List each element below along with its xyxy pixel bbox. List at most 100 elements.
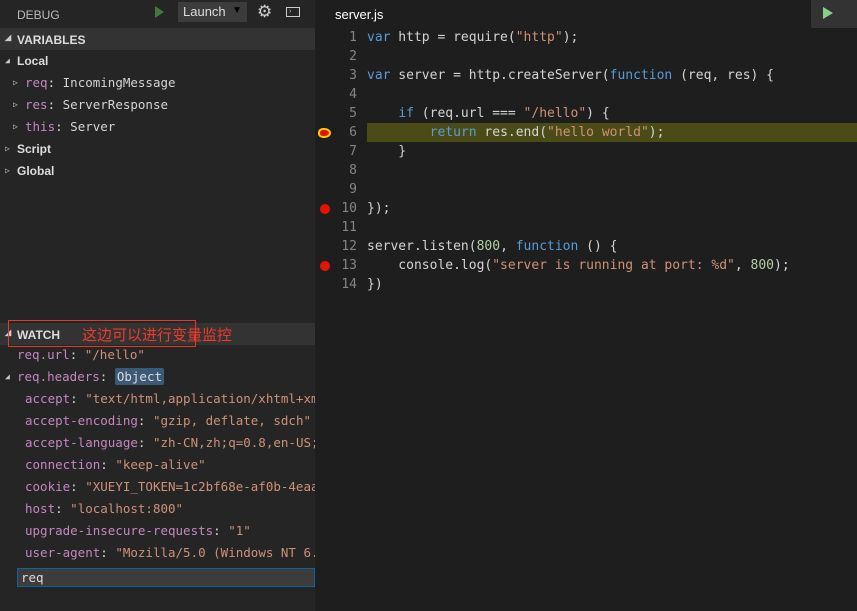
code-token: "http" (515, 30, 563, 45)
code-token: if (398, 106, 414, 121)
code-text: }); (367, 199, 390, 218)
header-name: accept-language (25, 435, 138, 450)
line-number: 8 (349, 163, 357, 178)
code-line[interactable]: 11 (315, 218, 857, 237)
collapsed-icon: ▷ (5, 166, 10, 175)
colon: : (213, 523, 229, 538)
annotation-text: 这边可以进行变量监控 (82, 326, 233, 344)
code-line[interactable]: 3 var server = http.createServer(function… (315, 66, 857, 85)
code-token: }) (367, 277, 383, 292)
line-number: 1 (349, 30, 357, 45)
code-token: , (734, 258, 751, 273)
code-text: } (367, 142, 406, 161)
play-icon[interactable] (155, 6, 164, 18)
code-token: ) { (586, 106, 610, 121)
variable-item[interactable]: ▷ this: Server (0, 116, 315, 138)
expanded-icon: ◢ (5, 372, 10, 381)
watch-header-item[interactable]: host: "localhost:800" (0, 498, 315, 520)
header-value: "keep-alive" (115, 457, 206, 472)
code-token: "server is running at port: %d" (492, 258, 735, 273)
gear-icon[interactable]: ⚙ (257, 2, 272, 22)
line-number: 13 (341, 258, 357, 273)
colon: : (137, 435, 153, 450)
variable-item[interactable]: ▷ res: ServerResponse (0, 94, 315, 116)
collapsed-icon: ▷ (13, 100, 18, 109)
watch-header-item[interactable]: connection: "keep-alive" (0, 454, 315, 476)
variable-name: this (25, 119, 56, 134)
watch-item-url[interactable]: req.url: "/hello" (0, 344, 315, 366)
line-number: 5 (349, 106, 357, 121)
code-token: return (429, 125, 477, 140)
debug-sidebar: DEBUG Launch ▼ ⚙ › ◢ VARIABLES ◢ Local ▷ req… (0, 0, 315, 611)
code-line[interactable]: 1 var http = require("http"); (315, 28, 857, 47)
variables-section-header[interactable]: ◢ VARIABLES (0, 28, 315, 50)
scope-script[interactable]: ▷ Script (0, 138, 315, 160)
code-token: ); (648, 125, 665, 140)
code-token: 800 (750, 258, 775, 273)
colon: : (100, 457, 116, 472)
code-token: res.end( (476, 125, 548, 140)
line-number: 4 (349, 87, 357, 102)
code-token: ); (774, 258, 790, 273)
continue-icon[interactable] (823, 7, 833, 19)
header-name: accept (25, 391, 71, 406)
variable-item[interactable]: ▷ req: IncomingMessage (0, 72, 315, 94)
watch-header-item[interactable]: upgrade-insecure-requests: "1" (0, 520, 315, 542)
code-token: http = require( (390, 30, 516, 45)
header-name: upgrade-insecure-requests (25, 523, 214, 538)
watch-header-item[interactable]: accept-language: "zh-CN,zh;q=0.8,en-US;… (0, 432, 315, 454)
code-token: 800 (476, 239, 501, 254)
watch-key: req.url (17, 347, 70, 362)
header-name: user-agent (25, 545, 101, 560)
code-token: function (515, 239, 579, 254)
header-name: host (25, 501, 56, 516)
watch-header-item[interactable]: cookie: "XUEYI_TOKEN=1c2bf68e-af0b-4eaa… (0, 476, 315, 498)
debug-toolbar (811, 0, 857, 28)
scope-label: Local (17, 54, 49, 68)
code-token: , (500, 239, 516, 254)
tab-server-js[interactable]: server.js (335, 7, 383, 22)
chevron-down-icon: ▼ (232, 5, 242, 16)
code-token: "/hello" (523, 106, 587, 121)
code-text: server.listen(800, function () { (367, 237, 617, 256)
code-token: console.log( (367, 258, 493, 273)
colon: : (137, 413, 153, 428)
line-number: 9 (349, 182, 357, 197)
scope-global[interactable]: ▷ Global (0, 160, 315, 182)
code-line[interactable]: 8 (315, 161, 857, 180)
watch-expression-input[interactable]: req (17, 568, 315, 587)
code-line[interactable]: 6 return res.end("hello world"); (315, 123, 857, 142)
header-value: "text/html,application/xhtml+xm… (85, 391, 315, 406)
code-line[interactable]: 9 (315, 180, 857, 199)
launch-config-label: Launch (183, 4, 226, 19)
launch-config-select[interactable]: Launch ▼ (178, 2, 247, 22)
code-line[interactable]: 14}) (315, 275, 857, 294)
code-line[interactable]: 5 if (req.url === "/hello") { (315, 104, 857, 123)
code-line[interactable]: 7 } (315, 142, 857, 161)
variable-name: res (25, 97, 48, 112)
collapse-icon: ◢ (5, 33, 12, 42)
code-line[interactable]: 12 server.listen(800, function () { (315, 237, 857, 256)
code-line[interactable]: 4 (315, 85, 857, 104)
terminal-icon[interactable]: › (286, 7, 300, 17)
code-line[interactable]: 13 console.log("server is running at por… (315, 256, 857, 275)
variable-value: ServerResponse (62, 97, 168, 112)
code-token: } (367, 144, 407, 159)
code-line[interactable]: 2 (315, 47, 857, 66)
watch-header-item[interactable]: accept: "text/html,application/xhtml+xm… (0, 388, 315, 410)
line-number: 11 (341, 220, 357, 235)
scope-local[interactable]: ◢ Local (0, 50, 315, 72)
colon: : (47, 75, 63, 90)
code-line[interactable]: 10}); (315, 199, 857, 218)
code-text: return res.end("hello world"); (367, 123, 665, 142)
code-token: server.listen( (367, 239, 477, 254)
code-text: console.log("server is running at port: … (367, 256, 790, 275)
watch-header-item[interactable]: user-agent: "Mozilla/5.0 (Windows NT 6.… (0, 542, 315, 564)
code-text: var http = require("http"); (367, 28, 578, 47)
header-value: "localhost:800" (70, 501, 184, 516)
watch-header-item[interactable]: accept-encoding: "gzip, deflate, sdch" (0, 410, 315, 432)
watch-item-headers[interactable]: ◢ req.headers: Object (0, 366, 315, 388)
header-value: "XUEYI_TOKEN=1c2bf68e-af0b-4eaa… (85, 479, 315, 494)
header-value: "1" (228, 523, 251, 538)
